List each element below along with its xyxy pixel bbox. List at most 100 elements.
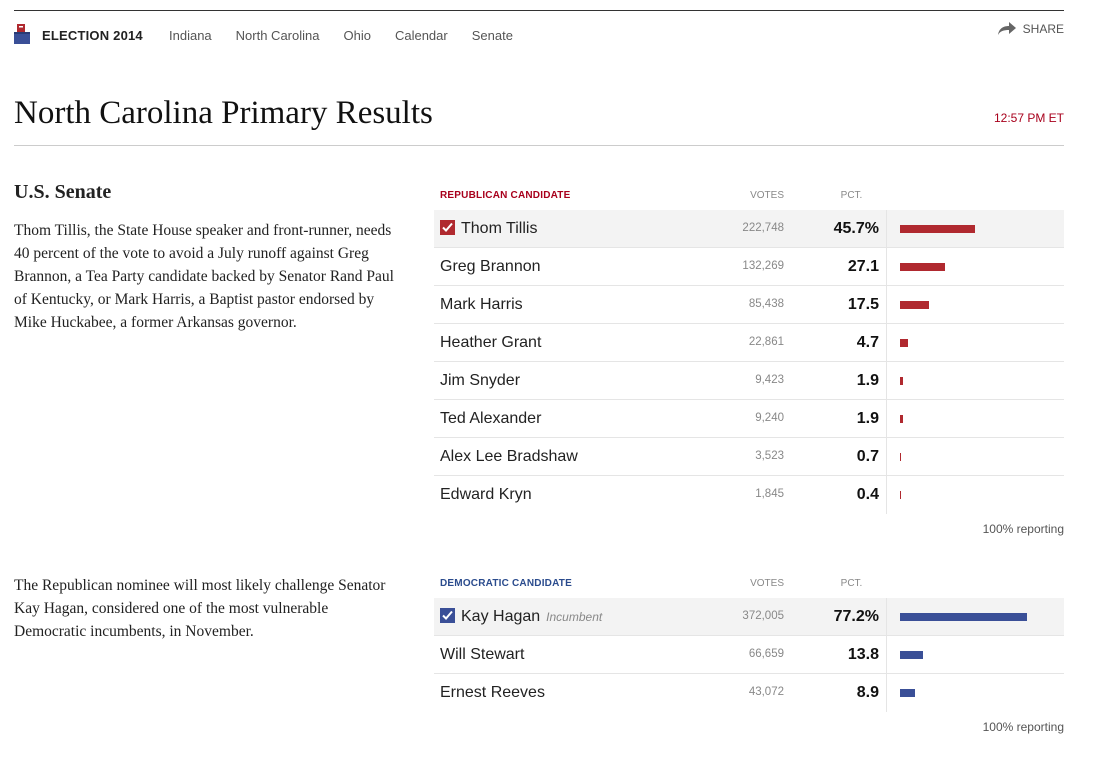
nav-link-senate[interactable]: Senate bbox=[472, 28, 513, 43]
candidate-votes: 66,659 bbox=[748, 648, 784, 660]
bar-cell bbox=[886, 438, 1064, 476]
votes-column-header: VOTES bbox=[750, 190, 784, 201]
page-title: North Carolina Primary Results bbox=[14, 95, 433, 131]
candidate-name: Ernest Reeves bbox=[440, 684, 545, 702]
candidate-row: Greg Brannon 132,269 27.1 bbox=[434, 248, 1064, 286]
candidate-name: Alex Lee Bradshaw bbox=[440, 448, 578, 466]
republican-summary: Thom Tillis, the State House speaker and… bbox=[14, 222, 394, 331]
candidate-name: Jim Snyder bbox=[440, 372, 520, 390]
candidate-name: Kay Hagan Incumbent bbox=[440, 608, 602, 626]
vote-share-bar bbox=[900, 415, 903, 423]
candidate-row: Ted Alexander 9,240 1.9 bbox=[434, 400, 1064, 438]
candidate-pct: 13.8 bbox=[847, 646, 879, 663]
top-rule bbox=[14, 10, 1064, 11]
candidate-pct: 0.4 bbox=[856, 486, 879, 503]
candidate-name-text: Kay Hagan bbox=[461, 608, 541, 625]
bar-cell bbox=[886, 476, 1064, 514]
vote-share-bar bbox=[900, 263, 945, 271]
vote-share-bar bbox=[900, 453, 901, 461]
candidate-votes: 85,438 bbox=[748, 298, 784, 310]
candidate-name-text: Heather Grant bbox=[440, 334, 542, 351]
ballot-box-icon bbox=[14, 24, 30, 44]
candidate-row: Alex Lee Bradshaw 3,523 0.7 bbox=[434, 438, 1064, 476]
candidate-row: Mark Harris 85,438 17.5 bbox=[434, 286, 1064, 324]
candidate-rows: Thom Tillis 222,748 45.7% Greg Brannon 132,2… bbox=[434, 210, 1064, 514]
party-heading: DEMOCRATIC CANDIDATE bbox=[440, 578, 572, 589]
vote-share-bar bbox=[900, 613, 1027, 621]
update-timestamp: 12:57 PM ET bbox=[993, 111, 1064, 125]
candidate-name-text: Will Stewart bbox=[440, 646, 525, 663]
nav-link-calendar[interactable]: Calendar bbox=[395, 28, 448, 43]
votes-column-header: VOTES bbox=[750, 578, 784, 589]
vote-share-bar bbox=[900, 491, 901, 499]
incumbent-tag: Incumbent bbox=[546, 610, 603, 624]
pct-column-header: PCT. bbox=[840, 190, 863, 201]
section-title: U.S. Senate bbox=[14, 181, 112, 203]
candidate-name: Greg Brannon bbox=[440, 258, 541, 276]
vote-share-bar bbox=[900, 377, 903, 385]
candidate-row: Heather Grant 22,861 4.7 bbox=[434, 324, 1064, 362]
candidate-name: Heather Grant bbox=[440, 334, 541, 352]
candidate-pct: 0.7 bbox=[856, 448, 879, 465]
candidate-name-text: Alex Lee Bradshaw bbox=[440, 448, 578, 465]
bar-cell bbox=[886, 636, 1064, 674]
nav-bar: ELECTION 2014 Indiana North Carolina Ohi… bbox=[14, 22, 1064, 52]
candidate-name: Thom Tillis bbox=[440, 220, 537, 238]
bar-cell bbox=[886, 248, 1064, 286]
candidate-pct: 45.7% bbox=[833, 220, 879, 237]
candidate-name-text: Jim Snyder bbox=[440, 372, 521, 389]
bar-cell bbox=[886, 324, 1064, 362]
nav-link-north-carolina[interactable]: North Carolina bbox=[236, 28, 320, 43]
candidate-row: Thom Tillis 222,748 45.7% bbox=[434, 210, 1064, 248]
share-arrow-icon bbox=[997, 22, 1016, 35]
bar-cell bbox=[886, 674, 1064, 712]
candidate-row: Ernest Reeves 43,072 8.9 bbox=[434, 674, 1064, 712]
candidate-votes: 3,523 bbox=[755, 450, 784, 462]
candidate-pct: 8.9 bbox=[856, 684, 879, 701]
nav-link-indiana[interactable]: Indiana bbox=[169, 28, 212, 43]
share-button[interactable]: SHARE bbox=[997, 22, 1064, 36]
republican-results-table: REPUBLICAN CANDIDATE VOTES PCT. Thom Til… bbox=[434, 186, 1064, 542]
bar-cell bbox=[886, 598, 1064, 636]
reporting-status: 100% reporting bbox=[982, 522, 1064, 536]
party-heading: REPUBLICAN CANDIDATE bbox=[440, 190, 571, 201]
candidate-votes: 132,269 bbox=[742, 260, 784, 272]
candidate-pct: 27.1 bbox=[847, 258, 879, 275]
democratic-results-table: DEMOCRATIC CANDIDATE VOTES PCT. Kay Haga… bbox=[434, 574, 1064, 740]
candidate-pct: 1.9 bbox=[856, 410, 879, 427]
vote-share-bar bbox=[900, 301, 929, 309]
election-brand[interactable]: ELECTION 2014 bbox=[42, 28, 143, 43]
bar-cell bbox=[886, 210, 1064, 248]
nav-links: Indiana North Carolina Ohio Calendar Sen… bbox=[169, 28, 537, 43]
candidate-name: Edward Kryn bbox=[440, 486, 532, 504]
candidate-name-text: Edward Kryn bbox=[440, 486, 532, 503]
candidate-row: Jim Snyder 9,423 1.9 bbox=[434, 362, 1064, 400]
candidate-pct: 4.7 bbox=[856, 334, 879, 351]
candidate-pct: 1.9 bbox=[856, 372, 879, 389]
results-header: REPUBLICAN CANDIDATE VOTES PCT. bbox=[434, 186, 1064, 210]
candidate-votes: 222,748 bbox=[742, 222, 784, 234]
pct-column-header: PCT. bbox=[840, 578, 863, 589]
bar-cell bbox=[886, 362, 1064, 400]
candidate-name: Will Stewart bbox=[440, 646, 524, 664]
results-header: DEMOCRATIC CANDIDATE VOTES PCT. bbox=[434, 574, 1064, 598]
reporting-status: 100% reporting bbox=[982, 720, 1064, 734]
candidate-rows: Kay Hagan Incumbent 372,005 77.2% Will Stewa… bbox=[434, 598, 1064, 712]
bar-cell bbox=[886, 286, 1064, 324]
candidate-votes: 372,005 bbox=[742, 610, 784, 622]
winner-check-icon bbox=[440, 220, 455, 235]
candidate-name-text: Ernest Reeves bbox=[440, 684, 545, 701]
candidate-name-text: Thom Tillis bbox=[461, 220, 538, 237]
candidate-row: Edward Kryn 1,845 0.4 bbox=[434, 476, 1064, 514]
candidate-votes: 9,240 bbox=[755, 412, 784, 424]
candidate-votes: 1,845 bbox=[755, 488, 784, 500]
vote-share-bar bbox=[900, 689, 915, 697]
vote-share-bar bbox=[900, 339, 908, 347]
candidate-row: Will Stewart 66,659 13.8 bbox=[434, 636, 1064, 674]
winner-check-icon bbox=[440, 608, 455, 623]
nav-link-ohio[interactable]: Ohio bbox=[343, 28, 370, 43]
candidate-row: Kay Hagan Incumbent 372,005 77.2% bbox=[434, 598, 1064, 636]
candidate-name: Mark Harris bbox=[440, 296, 523, 314]
candidate-pct: 77.2% bbox=[833, 608, 879, 625]
vote-share-bar bbox=[900, 651, 923, 659]
